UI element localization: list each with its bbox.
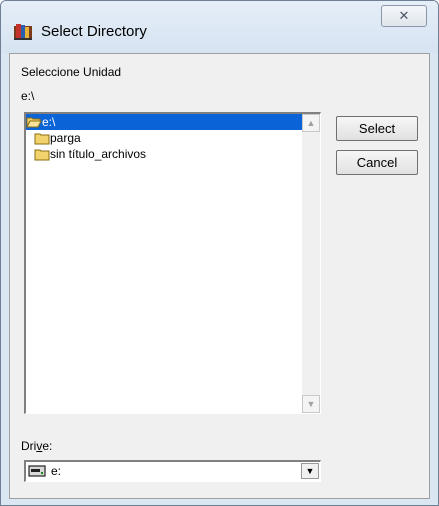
list-item-label: parga xyxy=(50,131,81,145)
folder-icon xyxy=(34,149,50,161)
vertical-scrollbar[interactable]: ▲ ▼ xyxy=(302,114,320,413)
directory-listbox[interactable]: e:\ parga sin título_archivos ▲ ▼ xyxy=(24,112,321,414)
window-title: Select Directory xyxy=(41,23,147,40)
folder-icon xyxy=(34,133,50,145)
select-button[interactable]: Select xyxy=(336,116,418,141)
dialog-body: Seleccione Unidad e:\ e:\ parga sin títu… xyxy=(9,53,430,499)
list-item-folder[interactable]: parga xyxy=(26,130,302,146)
scroll-down-button[interactable]: ▼ xyxy=(302,395,320,413)
drive-label: Drive: xyxy=(21,439,52,453)
scroll-down-icon: ▼ xyxy=(306,399,316,409)
drive-value: e: xyxy=(51,464,62,478)
list-item-label: sin título_archivos xyxy=(50,147,147,161)
drive-icon xyxy=(28,465,46,477)
list-item-label: e:\ xyxy=(42,115,56,129)
current-path-label: e:\ xyxy=(21,89,35,103)
close-button[interactable]: ✕ xyxy=(381,5,427,27)
scroll-up-button[interactable]: ▲ xyxy=(302,114,320,132)
scroll-up-icon: ▲ xyxy=(306,118,316,128)
drive-select[interactable]: e: ▼ xyxy=(24,460,321,482)
directory-list: e:\ parga sin título_archivos xyxy=(26,114,302,162)
drive-label-start: Dri xyxy=(21,439,37,453)
close-icon: ✕ xyxy=(398,8,410,23)
list-item-root[interactable]: e:\ xyxy=(26,114,302,130)
list-item-folder[interactable]: sin título_archivos xyxy=(26,146,302,162)
title-bar[interactable]: Select Directory ✕ xyxy=(1,1,438,53)
prompt-label: Seleccione Unidad xyxy=(21,65,122,79)
drive-label-end: e: xyxy=(42,439,53,453)
app-icon xyxy=(14,24,32,40)
cancel-button[interactable]: Cancel xyxy=(336,150,418,175)
drive-dropdown-button[interactable]: ▼ xyxy=(301,463,319,479)
open-folder-icon xyxy=(26,117,42,128)
select-directory-window: Select Directory ✕ Seleccione Unidad e:\… xyxy=(0,0,439,506)
chevron-down-icon: ▼ xyxy=(305,466,315,476)
